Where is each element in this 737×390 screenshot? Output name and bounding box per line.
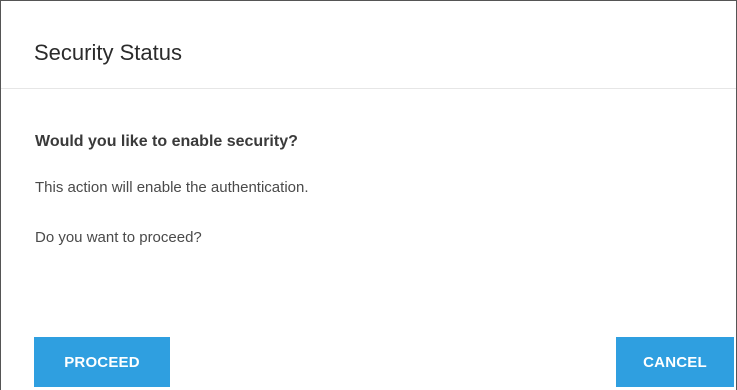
dialog-header: Security Status: [1, 1, 736, 89]
dialog-question: Would you like to enable security?: [35, 133, 298, 150]
dialog-title: Security Status: [34, 40, 182, 65]
proceed-button[interactable]: PROCEED: [34, 337, 170, 387]
dialog-message-line-2: Do you want to proceed?: [35, 229, 202, 246]
cancel-button[interactable]: CANCEL: [616, 337, 734, 387]
dialog-message-line-1: This action will enable the authenticati…: [35, 179, 309, 196]
security-status-dialog: Security Status Would you like to enable…: [0, 0, 737, 390]
